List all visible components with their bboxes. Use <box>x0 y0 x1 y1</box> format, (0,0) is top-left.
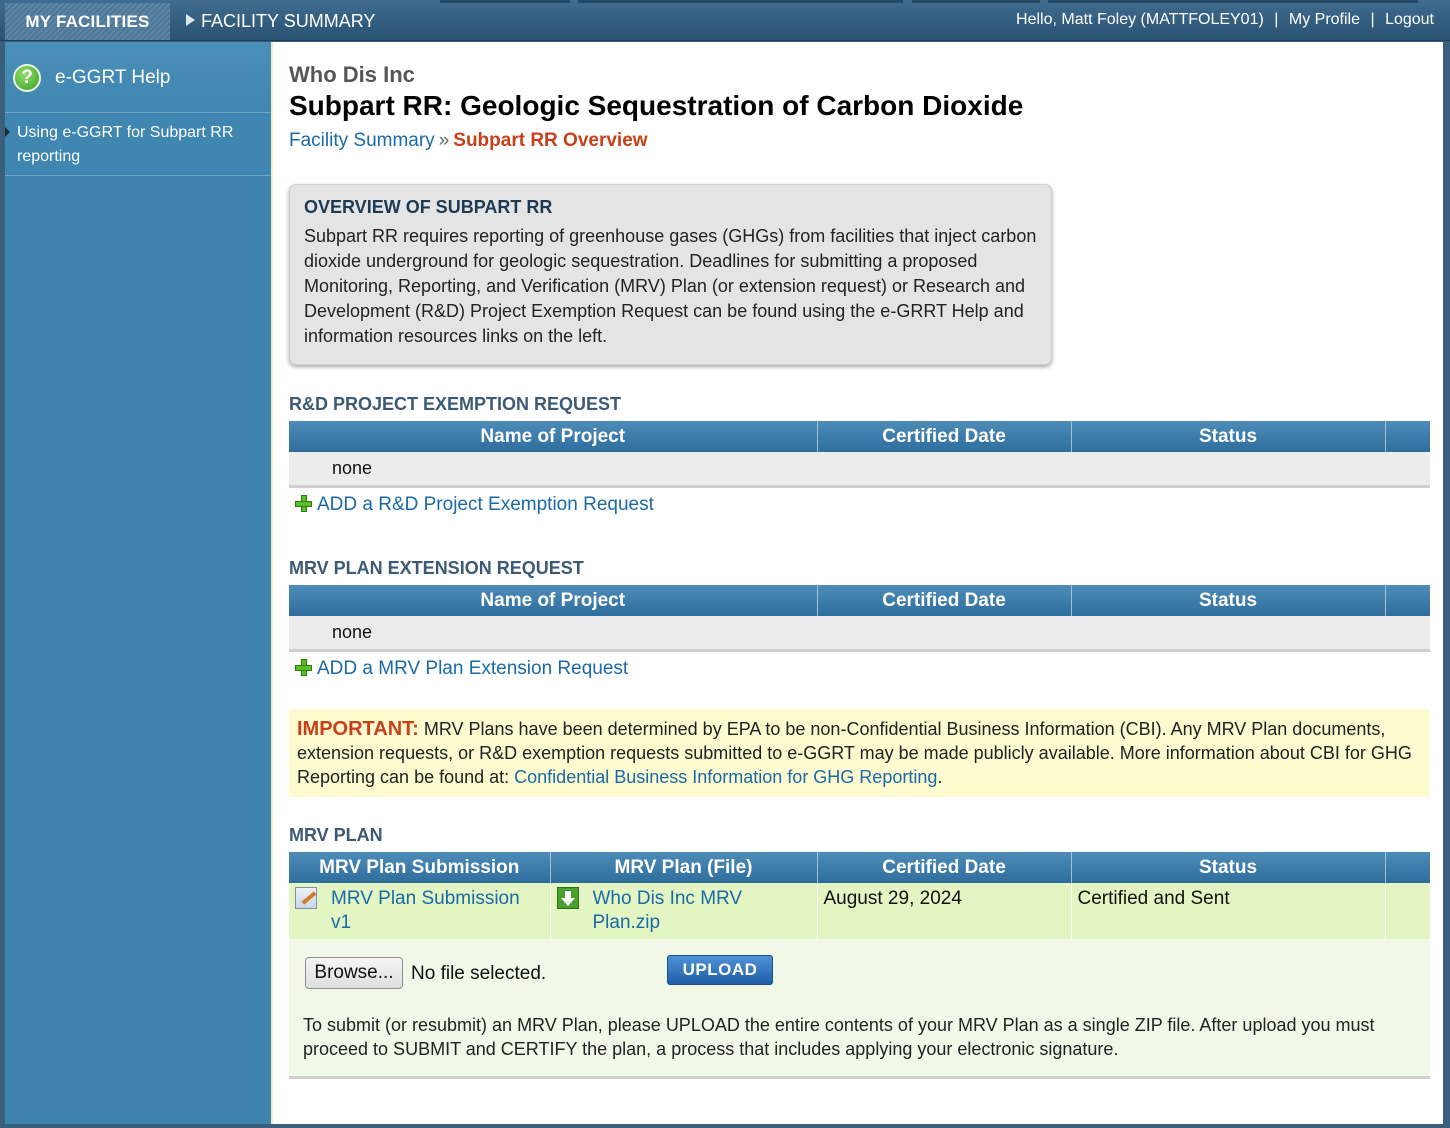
file-status: No file selected. <box>411 963 547 984</box>
extension-section-heading: MRV PLAN EXTENSION REQUEST <box>289 558 584 578</box>
column-header-certified-date: Certified Date <box>817 585 1072 616</box>
column-header-status: Status <box>1071 585 1386 616</box>
help-question-icon: ? <box>13 64 41 92</box>
download-arrow-icon[interactable] <box>556 887 579 909</box>
tab-facility-summary[interactable]: FACILITY SUMMARY <box>172 3 432 40</box>
rd-section-heading: R&D PROJECT EXEMPTION REQUEST <box>289 394 622 414</box>
column-header-name-of-project: Name of Project <box>289 585 818 616</box>
sidebar-item-subpart-rr-help[interactable]: Using e-GGRT for Subpart RR reporting <box>5 113 271 176</box>
page-title: Subpart RR: Geologic Sequestration of Ca… <box>289 90 1024 121</box>
nav-divider <box>440 0 570 3</box>
column-header-name-of-project: Name of Project <box>289 421 818 452</box>
overview-text: Subpart RR requires reporting of greenho… <box>304 226 1037 346</box>
mrv-plan-heading: MRV PLAN <box>289 825 383 845</box>
overview-heading: OVERVIEW OF SUBPART RR <box>304 197 553 217</box>
bullet-arrow-icon <box>5 127 10 137</box>
upload-instructions: To submit (or resubmit) an MRV Plan, ple… <box>303 1015 1375 1059</box>
column-header-blank <box>1385 421 1430 452</box>
table-row: MRV Plan Submission v1 Who Dis Inc MRV P… <box>289 883 1430 943</box>
breadcrumb-current: Subpart RR Overview <box>453 130 648 151</box>
breadcrumb: Facility Summary» Subpart RR Overview <box>289 130 648 152</box>
add-extension-request-link[interactable]: ADD a MRV Plan Extension Request <box>295 658 628 680</box>
separator: | <box>1370 11 1375 28</box>
separator: | <box>1274 11 1279 28</box>
column-header-certified-date: Certified Date <box>817 852 1072 883</box>
user-bar: Hello, Matt Foley (MATTFOLEY01) | My Pro… <box>1016 0 1434 40</box>
overview-box: OVERVIEW OF SUBPART RR Subpart RR requir… <box>289 184 1052 365</box>
add-rd-exemption-label: ADD a R&D Project Exemption Request <box>317 494 654 515</box>
breadcrumb-facility-summary[interactable]: Facility Summary <box>289 130 435 151</box>
nav-divider <box>578 0 903 3</box>
submission-cell: MRV Plan Submission v1 <box>289 883 551 943</box>
column-header-certified-date: Certified Date <box>817 421 1072 452</box>
mrv-plan-file-link[interactable]: Who Dis Inc MRV Plan.zip <box>593 888 743 933</box>
logout-link[interactable]: Logout <box>1385 11 1434 28</box>
important-label: IMPORTANT: <box>297 718 419 740</box>
column-header-mrv-plan-submission: MRV Plan Submission <box>289 852 551 883</box>
main-content: Who Dis Inc Subpart RR: Geologic Sequest… <box>273 42 1443 1124</box>
column-header-status: Status <box>1071 852 1386 883</box>
status-cell: Certified and Sent <box>1071 883 1386 943</box>
column-header-blank <box>1385 852 1430 883</box>
upload-button[interactable]: UPLOAD <box>667 955 773 985</box>
file-cell: Who Dis Inc MRV Plan.zip <box>550 883 818 943</box>
upload-area: Browse... No file selected. UPLOAD To su… <box>289 939 1430 1079</box>
rd-table: Name of Project Certified Date Status no… <box>289 421 1430 488</box>
top-nav-bar: MY FACILITIES FACILITY SUMMARY Hello, Ma… <box>0 0 1450 41</box>
breadcrumb-separator: » <box>438 130 450 151</box>
important-end: . <box>937 767 943 787</box>
important-notice: IMPORTANT: MRV Plans have been determine… <box>289 709 1430 797</box>
tab-my-facilities[interactable]: MY FACILITIES <box>5 3 170 40</box>
add-plus-icon <box>295 495 312 512</box>
user-greeting: Hello, Matt Foley (MATTFOLEY01) <box>1016 11 1264 28</box>
add-plus-icon <box>295 659 312 676</box>
empty-row: none <box>289 616 1430 652</box>
play-arrow-icon <box>186 14 195 26</box>
extension-table: Name of Project Certified Date Status no… <box>289 585 1430 652</box>
sidebar-item-label: Using e-GGRT for Subpart RR reporting <box>17 124 234 165</box>
organization-name: Who Dis Inc <box>289 62 415 87</box>
certified-date-cell: August 29, 2024 <box>817 883 1072 943</box>
window-edge <box>1443 42 1450 1128</box>
column-header-blank <box>1385 585 1430 616</box>
column-header-mrv-plan-file: MRV Plan (File) <box>550 852 818 883</box>
edit-document-icon[interactable] <box>295 887 317 909</box>
column-header-status: Status <box>1071 421 1386 452</box>
sidebar: ? e-GGRT Help Using e-GGRT for Subpart R… <box>5 42 271 1124</box>
blank-cell <box>1385 883 1430 943</box>
cbi-link[interactable]: Confidential Business Information for GH… <box>514 767 937 787</box>
mrv-plan-table: MRV Plan Submission MRV Plan (File) Cert… <box>289 852 1430 943</box>
empty-row: none <box>289 452 1430 488</box>
add-rd-exemption-link[interactable]: ADD a R&D Project Exemption Request <box>295 494 654 516</box>
help-header[interactable]: ? e-GGRT Help <box>5 42 271 113</box>
browse-button[interactable]: Browse... <box>305 957 403 989</box>
mrv-plan-submission-link[interactable]: MRV Plan Submission v1 <box>331 888 520 933</box>
tab-facility-summary-label: FACILITY SUMMARY <box>201 11 376 31</box>
add-extension-request-label: ADD a MRV Plan Extension Request <box>317 658 629 679</box>
help-title: e-GGRT Help <box>55 67 171 88</box>
my-profile-link[interactable]: My Profile <box>1289 11 1360 28</box>
